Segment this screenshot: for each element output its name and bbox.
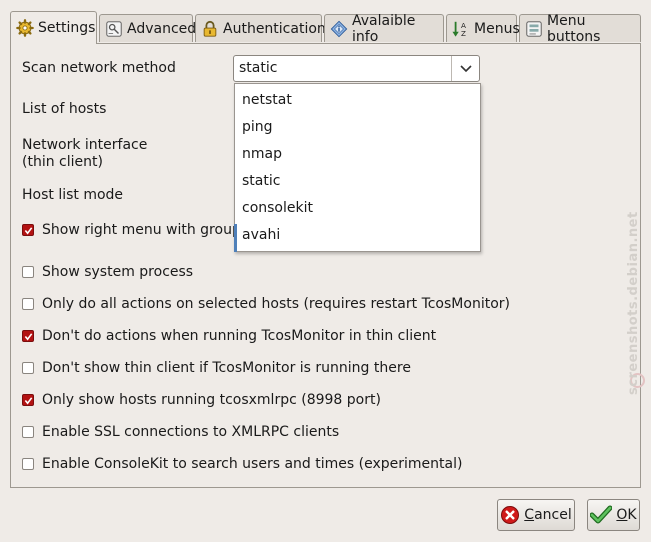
ok-check-icon [590,505,613,524]
sort-icon: A Z [452,21,466,38]
ok-button[interactable]: OK [587,499,640,531]
chevron-down-icon [459,64,472,72]
tab-advanced[interactable]: Advanced [99,14,197,42]
checkbox-selected-hosts[interactable]: Only do all actions on selected hosts (r… [22,296,510,312]
interface-sublabel: (thin client) [22,154,103,170]
tab-label: Avalaible info [352,12,416,45]
dropdown-edge-marker [234,224,237,252]
cancel-icon [501,506,520,524]
checkmark-icon [24,396,32,405]
tab-settings[interactable]: Settings [10,11,97,44]
checkbox-label: Show right menu with groups [42,222,249,238]
checkbox-box[interactable] [22,426,34,438]
checkbox-box[interactable] [22,298,34,310]
tab-label: Settings [38,20,96,36]
watermark-text: screenshots.debian.net [626,211,641,395]
checkmark-icon [24,332,32,341]
checkbox-label: Only show hosts running tcosxmlrpc (8998… [42,392,381,408]
checkbox-label: Enable SSL connections to XMLRPC clients [42,424,340,440]
cancel-rest: ancel [534,507,572,523]
svg-text:Z: Z [461,29,466,38]
checkbox-box[interactable] [22,330,34,342]
tab-label: Menu buttons [547,12,601,45]
lock-icon [203,20,217,37]
checkbox-box[interactable] [22,224,34,236]
tab-label: Menus [474,20,520,37]
checkbox-tcosxmlrpc-only[interactable]: Only show hosts running tcosxmlrpc (8998… [22,392,381,408]
ok-accel: O [616,507,628,523]
scan-method-combo[interactable]: static [233,55,480,82]
scan-method-value: static [239,60,278,76]
cancel-button[interactable]: Cancel [497,499,575,531]
gear-icon [16,19,34,37]
dropdown-option[interactable]: static [242,173,280,189]
dropdown-option[interactable]: ping [242,119,273,135]
checkmark-icon [24,226,32,235]
tab-label: Authentication [223,20,326,37]
tab-menus[interactable]: A Z Menus [446,14,520,42]
dropdown-option[interactable]: netstat [242,92,292,108]
dropdown-option[interactable]: avahi [242,227,280,243]
checkbox-box[interactable] [22,394,34,406]
tab-available-info[interactable]: Avalaible info [324,12,444,45]
tab-menu-buttons[interactable]: Menu buttons [519,12,641,45]
checkbox-right-menu-groups[interactable]: Show right menu with groups [22,222,248,238]
combo-button[interactable] [451,56,479,81]
dropdown-option[interactable]: consolekit [242,200,313,216]
dropdown-option[interactable]: nmap [242,146,282,162]
hosts-label: List of hosts [22,101,107,117]
interface-label: Network interface [22,137,148,153]
tab-authentication[interactable]: Authentication [195,14,326,42]
checkbox-no-actions-thin-client[interactable]: Don't do actions when running TcosMonito… [22,328,436,344]
cancel-accel: C [524,507,535,523]
ok-rest: K [627,507,637,523]
info-diamond-icon [330,20,348,37]
advanced-icon [106,20,122,37]
checkbox-consolekit[interactable]: Enable ConsoleKit to search users and ti… [22,456,462,472]
host-mode-label: Host list mode [22,187,124,203]
checkbox-ssl-xmlrpc[interactable]: Enable SSL connections to XMLRPC clients [22,424,339,440]
checkbox-box[interactable] [22,362,34,374]
scan-method-dropdown: netstat ping nmap static consolekit avah… [234,83,481,252]
checkbox-label: Only do all actions on selected hosts (r… [42,296,510,312]
ok-label: OK [616,507,636,523]
checkbox-hide-thin-client[interactable]: Don't show thin client if TcosMonitor is… [22,360,411,376]
tab-label: Advanced [127,20,197,37]
scan-method-label: Scan network method [22,60,176,76]
checkbox-label: Enable ConsoleKit to search users and ti… [42,456,463,472]
menu-buttons-icon [526,20,542,37]
checkbox-label: Show system process [42,264,194,280]
checkbox-box[interactable] [22,458,34,470]
checkbox-label: Don't show thin client if TcosMonitor is… [42,360,411,376]
checkbox-box[interactable] [22,266,34,278]
cancel-label: Cancel [524,507,571,523]
checkbox-system-process[interactable]: Show system process [22,264,193,280]
checkbox-label: Don't do actions when running TcosMonito… [42,328,437,344]
